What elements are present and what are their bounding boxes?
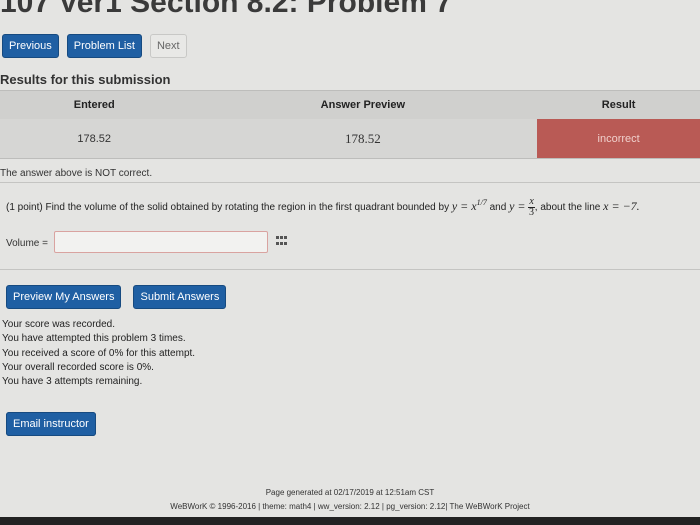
column-header-entered: Entered — [0, 90, 189, 119]
problem-box: (1 point) Find the volume of the solid o… — [0, 182, 700, 270]
problem-text-before: Find the volume of the solid obtained by… — [45, 202, 450, 214]
column-header-answer-preview: Answer Preview — [188, 90, 538, 119]
problem-nav: Previous Problem List Next — [2, 34, 187, 58]
submit-answers-button[interactable]: Submit Answers — [133, 285, 227, 309]
problem-points: (1 point) — [6, 202, 43, 214]
equation-1-exponent: 1/7 — [476, 198, 487, 208]
answer-actions: Preview My Answers Submit Answers — [6, 285, 227, 309]
results-heading: Results for this submission — [0, 72, 171, 87]
problem-list-button[interactable]: Problem List — [66, 34, 142, 58]
volume-input[interactable] — [54, 231, 268, 253]
page-title: 107 Ver1 Section 8.2: Problem 7 — [0, 0, 452, 19]
answer-preview-cell: 178.52 — [188, 119, 538, 159]
status-line: You have attempted this problem 3 times. — [2, 333, 186, 345]
score-status: Your score was recorded. You have attemp… — [2, 318, 195, 389]
table-header-row: Entered Answer Preview Result — [0, 90, 700, 119]
footer-credits: WeBWorK © 1996-2016 | theme: math4 | ww_… — [170, 502, 530, 511]
entered-cell: 178.52 — [0, 119, 189, 159]
status-line: Your score was recorded. — [2, 319, 116, 330]
column-header-result: Result — [537, 90, 700, 119]
equation-3: x = −7. — [603, 199, 640, 214]
result-cell: incorrect — [537, 119, 700, 159]
status-line: You received a score of 0% for this atte… — [2, 347, 196, 359]
feedback-message: The answer above is NOT correct. — [0, 168, 153, 179]
email-instructor-button[interactable]: Email instructor — [6, 412, 96, 436]
status-line: Your overall recorded score is 0%. — [2, 361, 154, 373]
equation-editor-icon[interactable] — [276, 236, 287, 245]
bottom-strip — [0, 517, 700, 525]
and-text: and — [489, 202, 507, 214]
results-table: Entered Answer Preview Result 178.52 178… — [0, 90, 700, 159]
table-row: 178.52 178.52 incorrect — [0, 119, 700, 159]
equation-2-lhs: y = — [509, 199, 526, 214]
divider — [0, 158, 700, 159]
equation-1: y = x1/7 — [451, 198, 487, 214]
footer-generated: Page generated at 02/17/2019 at 12:51am … — [265, 488, 435, 497]
previous-button[interactable]: Previous — [2, 34, 59, 58]
problem-text-after: , about the line — [534, 202, 601, 214]
volume-label: Volume = — [6, 238, 48, 249]
next-button[interactable]: Next — [149, 34, 187, 58]
problem-statement: (1 point) Find the volume of the solid o… — [6, 197, 640, 218]
preview-answers-button[interactable]: Preview My Answers — [6, 285, 122, 309]
status-line: You have 3 attempts remaining. — [2, 376, 143, 388]
